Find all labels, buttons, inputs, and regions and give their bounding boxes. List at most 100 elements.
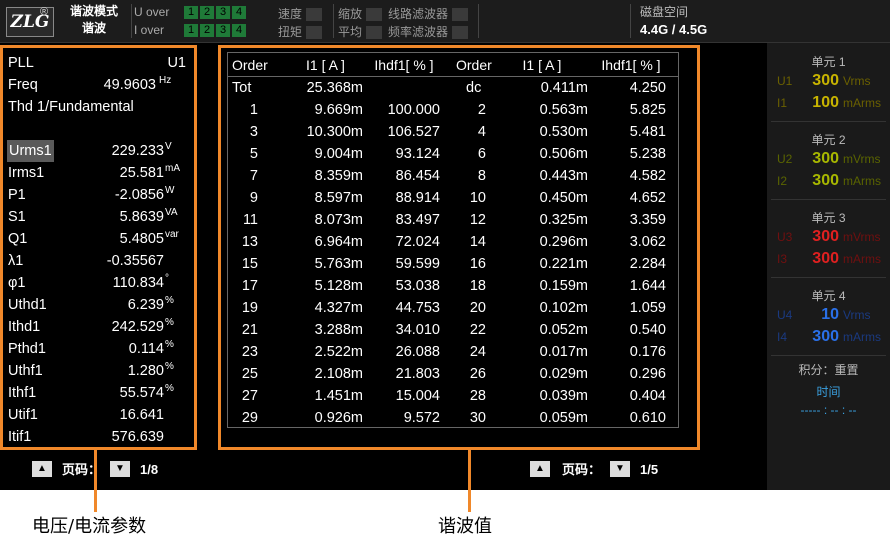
range-channel: I4 (777, 330, 788, 344)
range-channel: U3 (777, 230, 793, 244)
integration-time-value: ----- : -- : -- (800, 403, 857, 417)
disk-space-label: 磁盘空间 (640, 5, 689, 19)
u-over-ch1: 1 (184, 6, 198, 20)
current-range: I3 300 mArms (773, 249, 889, 269)
range-unit: mVrms (843, 230, 881, 244)
i-over-label: I over (134, 23, 165, 37)
range-unit: mArms (843, 330, 881, 344)
unit-divider (771, 121, 886, 122)
parameter-callout-line (94, 450, 97, 512)
range-channel: I2 (777, 174, 788, 188)
range-unit: Vrms (843, 308, 871, 322)
torque-label: 扭矩 (278, 25, 303, 39)
range-value: 100 (812, 94, 839, 111)
status-bar: ZLG ® 谐波模式 谐波 U over 1 2 3 4 I over 1 2 3 4 速度 扭… (0, 0, 890, 43)
page-label: 页码： (562, 462, 602, 477)
u-over-ch3: 3 (216, 6, 230, 20)
freq-filter-indicator: 频率滤波器 (388, 23, 469, 40)
range-unit: mArms (843, 174, 881, 188)
left-pager: ▲ 页码： ▼ 1/8 (32, 461, 182, 479)
unit-title: 单元 3 (811, 211, 846, 225)
range-unit: mArms (843, 96, 881, 110)
i-over-ch2: 2 (200, 24, 214, 38)
range-value: 300 (812, 172, 839, 189)
range-channel: U1 (777, 74, 793, 88)
range-channel: U4 (777, 308, 793, 322)
voltage-range: U1 300 Vrms (773, 71, 889, 91)
freq-filter-label: 频率滤波器 (388, 25, 449, 39)
page-down-button[interactable]: ▼ (610, 461, 630, 477)
harmonic-callout-line (468, 450, 471, 512)
unit-title: 单元 1 (811, 55, 846, 69)
current-range: I2 300 mArms (773, 171, 889, 191)
range-unit: mArms (843, 252, 881, 266)
i-over-ch4: 4 (232, 24, 246, 38)
torque-indicator: 扭矩 (278, 23, 323, 40)
unit-title: 单元 2 (811, 133, 846, 147)
u-over-ch4: 4 (232, 6, 246, 20)
page-down-button[interactable]: ▼ (110, 461, 130, 477)
mode-indicator[interactable]: 谐波模式 谐波 (58, 3, 130, 39)
unit-range-panel: 积分：重置 时间 ----- : -- : -- 单元 1 U1 300 Vrms I1… (767, 43, 890, 490)
unit-divider (771, 355, 886, 356)
current-range: I1 100 mArms (773, 93, 889, 113)
range-channel: U2 (777, 152, 793, 166)
i-over-ch3: 3 (216, 24, 230, 38)
voltage-range: U2 300 mVrms (773, 149, 889, 169)
zoom-status-box (366, 8, 383, 22)
speed-label: 速度 (278, 7, 303, 21)
page-up-button[interactable]: ▲ (32, 461, 52, 477)
line-filter-indicator: 线路滤波器 (388, 5, 469, 22)
u-over-label: U over (134, 5, 170, 19)
average-status-box (366, 26, 383, 40)
voltage-range: U4 10 Vrms (773, 305, 889, 325)
unit-block[interactable]: 单元 1 U1 300 Vrms I1 100 mArms (767, 49, 890, 121)
unit-divider (771, 199, 886, 200)
divider (478, 4, 479, 38)
right-pager: ▲ 页码： ▼ 1/5 (530, 461, 680, 479)
voltage-range: U3 300 mVrms (773, 227, 889, 247)
zoom-label: 缩放 (338, 7, 363, 21)
line-filter-label: 线路滤波器 (388, 7, 449, 21)
torque-status-box (306, 26, 323, 40)
i-over-indicator: I over 1 2 3 4 (134, 23, 248, 39)
harmonic-callout-caption: 谐波值 (438, 516, 492, 537)
page-number: 1/5 (640, 462, 659, 477)
unit-block[interactable]: 单元 4 U4 10 Vrms I4 300 mArms (767, 283, 890, 355)
unit-block[interactable]: 单元 3 U3 300 mVrms I3 300 mArms (767, 205, 890, 277)
line-filter-status-box (452, 8, 469, 22)
parameter-callout-caption: 电压/电流参数 (32, 516, 147, 537)
i-over-ch1: 1 (184, 24, 198, 38)
range-unit: mVrms (843, 152, 881, 166)
disk-space-value: 4.4G / 4.5G (640, 22, 708, 37)
page-number: 1/8 (140, 462, 159, 477)
speed-indicator: 速度 (278, 5, 323, 22)
range-value: 300 (812, 228, 839, 245)
integration-status: 积分：重置 (798, 363, 859, 377)
parameter-highlight-box (0, 45, 197, 450)
mode-sub: 谐波 (81, 21, 106, 35)
u-over-indicator: U over 1 2 3 4 (134, 5, 248, 21)
speed-status-box (306, 8, 323, 22)
unit-divider (771, 277, 886, 278)
zoom-indicator: 缩放 (338, 5, 383, 22)
freq-filter-status-box (452, 26, 469, 40)
divider (630, 4, 631, 38)
harmonic-highlight-box (218, 45, 700, 450)
range-value: 300 (812, 328, 839, 345)
average-label: 平均 (338, 25, 363, 39)
u-over-ch2: 2 (200, 6, 214, 20)
unit-block[interactable]: 单元 2 U2 300 mVrms I2 300 mArms (767, 127, 890, 199)
range-unit: Vrms (843, 74, 871, 88)
average-indicator: 平均 (338, 23, 383, 40)
range-value: 300 (812, 250, 839, 267)
range-channel: I1 (777, 96, 788, 110)
integration-time-label: 时间 (816, 385, 841, 399)
page-up-button[interactable]: ▲ (530, 461, 550, 477)
divider (333, 4, 334, 38)
range-value: 300 (812, 150, 839, 167)
mode-title: 谐波模式 (69, 4, 118, 18)
range-channel: I3 (777, 252, 788, 266)
current-range: I4 300 mArms (773, 327, 889, 347)
range-value: 300 (812, 72, 839, 89)
